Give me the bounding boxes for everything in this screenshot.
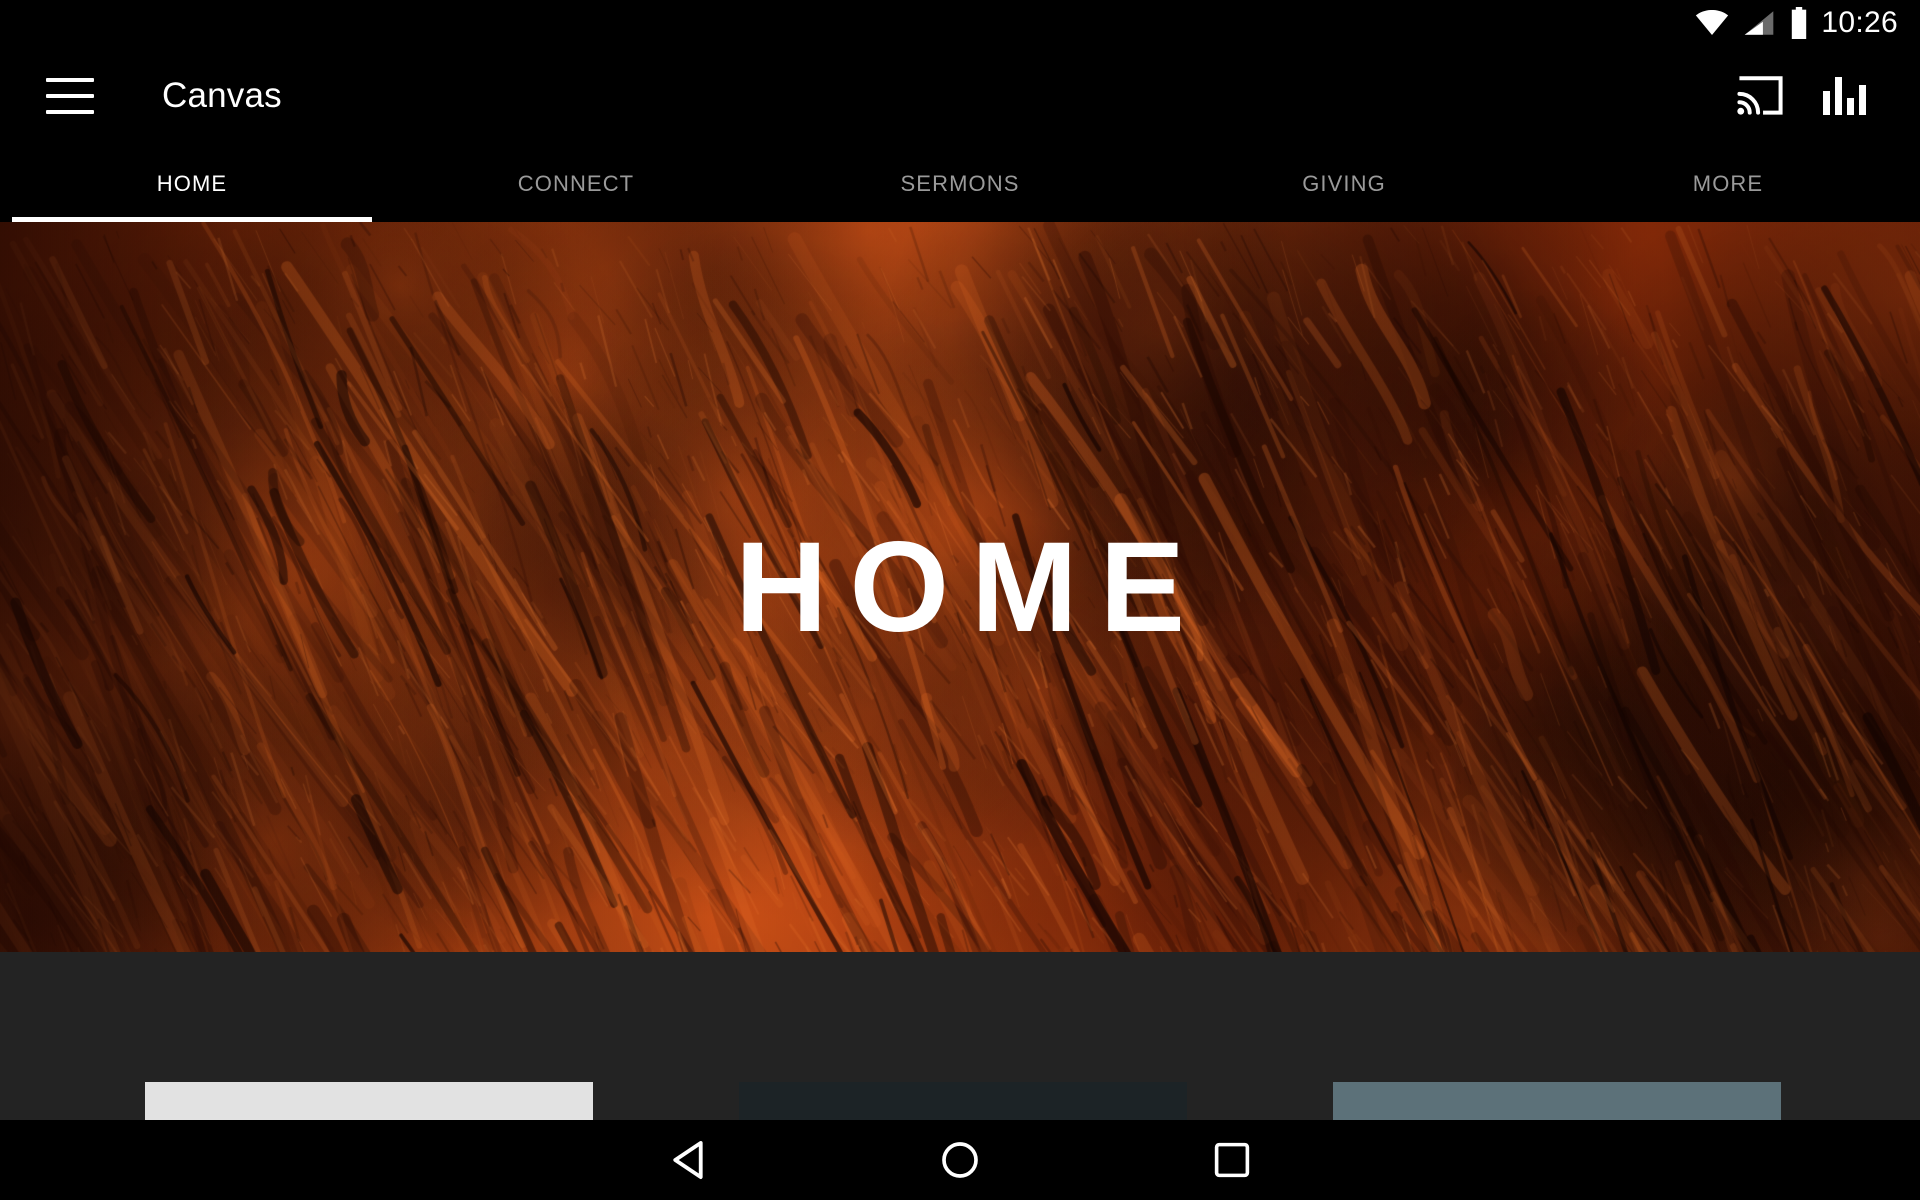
cast-icon[interactable] [1737, 76, 1783, 116]
back-triangle-icon [673, 1141, 703, 1179]
phone-screen: 10:26 Canvas HOME CONNECT SERMONS GIVING… [0, 0, 1920, 1200]
tab-label: GIVING [1302, 171, 1386, 196]
hero-banner[interactable]: HOME [0, 222, 1920, 952]
content-card-3[interactable] [1333, 1082, 1781, 1122]
android-navigation-bar [0, 1120, 1920, 1200]
tab-giving[interactable]: GIVING [1152, 146, 1536, 222]
tab-label: MORE [1692, 171, 1764, 196]
nav-recents-button[interactable] [1196, 1124, 1268, 1196]
tab-connect[interactable]: CONNECT [384, 146, 768, 222]
equalizer-bar [1859, 85, 1866, 115]
tab-sermons[interactable]: SERMONS [768, 146, 1152, 222]
tab-home[interactable]: HOME [0, 146, 384, 222]
wifi-icon [1696, 10, 1729, 36]
status-bar-time: 10:26 [1821, 6, 1898, 39]
nav-home-button[interactable] [924, 1124, 996, 1196]
card-carousel [0, 1082, 1920, 1122]
nav-back-button[interactable] [652, 1124, 724, 1196]
equalizer-icon[interactable] [1823, 77, 1866, 115]
content-card-2[interactable] [739, 1082, 1187, 1122]
home-circle-icon [942, 1142, 978, 1178]
hamburger-line [46, 94, 94, 98]
hamburger-line [46, 110, 94, 114]
app-bar: Canvas [0, 46, 1920, 146]
tab-label: SERMONS [900, 171, 1020, 196]
status-bar: 10:26 [0, 0, 1920, 46]
tab-more[interactable]: MORE [1536, 146, 1920, 222]
equalizer-bar [1835, 77, 1842, 115]
cellular-signal-icon [1745, 11, 1774, 35]
hamburger-line [46, 78, 94, 82]
equalizer-bar [1823, 91, 1830, 115]
tab-label: CONNECT [517, 171, 635, 196]
content-section [0, 952, 1920, 1122]
recents-square-icon [1214, 1142, 1250, 1178]
equalizer-bar [1847, 98, 1854, 115]
app-bar-actions [1737, 76, 1920, 116]
app-title: Canvas [162, 76, 282, 115]
battery-icon [1792, 7, 1807, 39]
hamburger-menu-icon[interactable] [46, 78, 94, 114]
tab-bar: HOME CONNECT SERMONS GIVING MORE [0, 146, 1920, 222]
content-card-1[interactable] [145, 1082, 593, 1122]
tab-label: HOME [156, 171, 228, 196]
hero-title: HOME [735, 515, 1207, 659]
status-icons [1695, 7, 1809, 39]
